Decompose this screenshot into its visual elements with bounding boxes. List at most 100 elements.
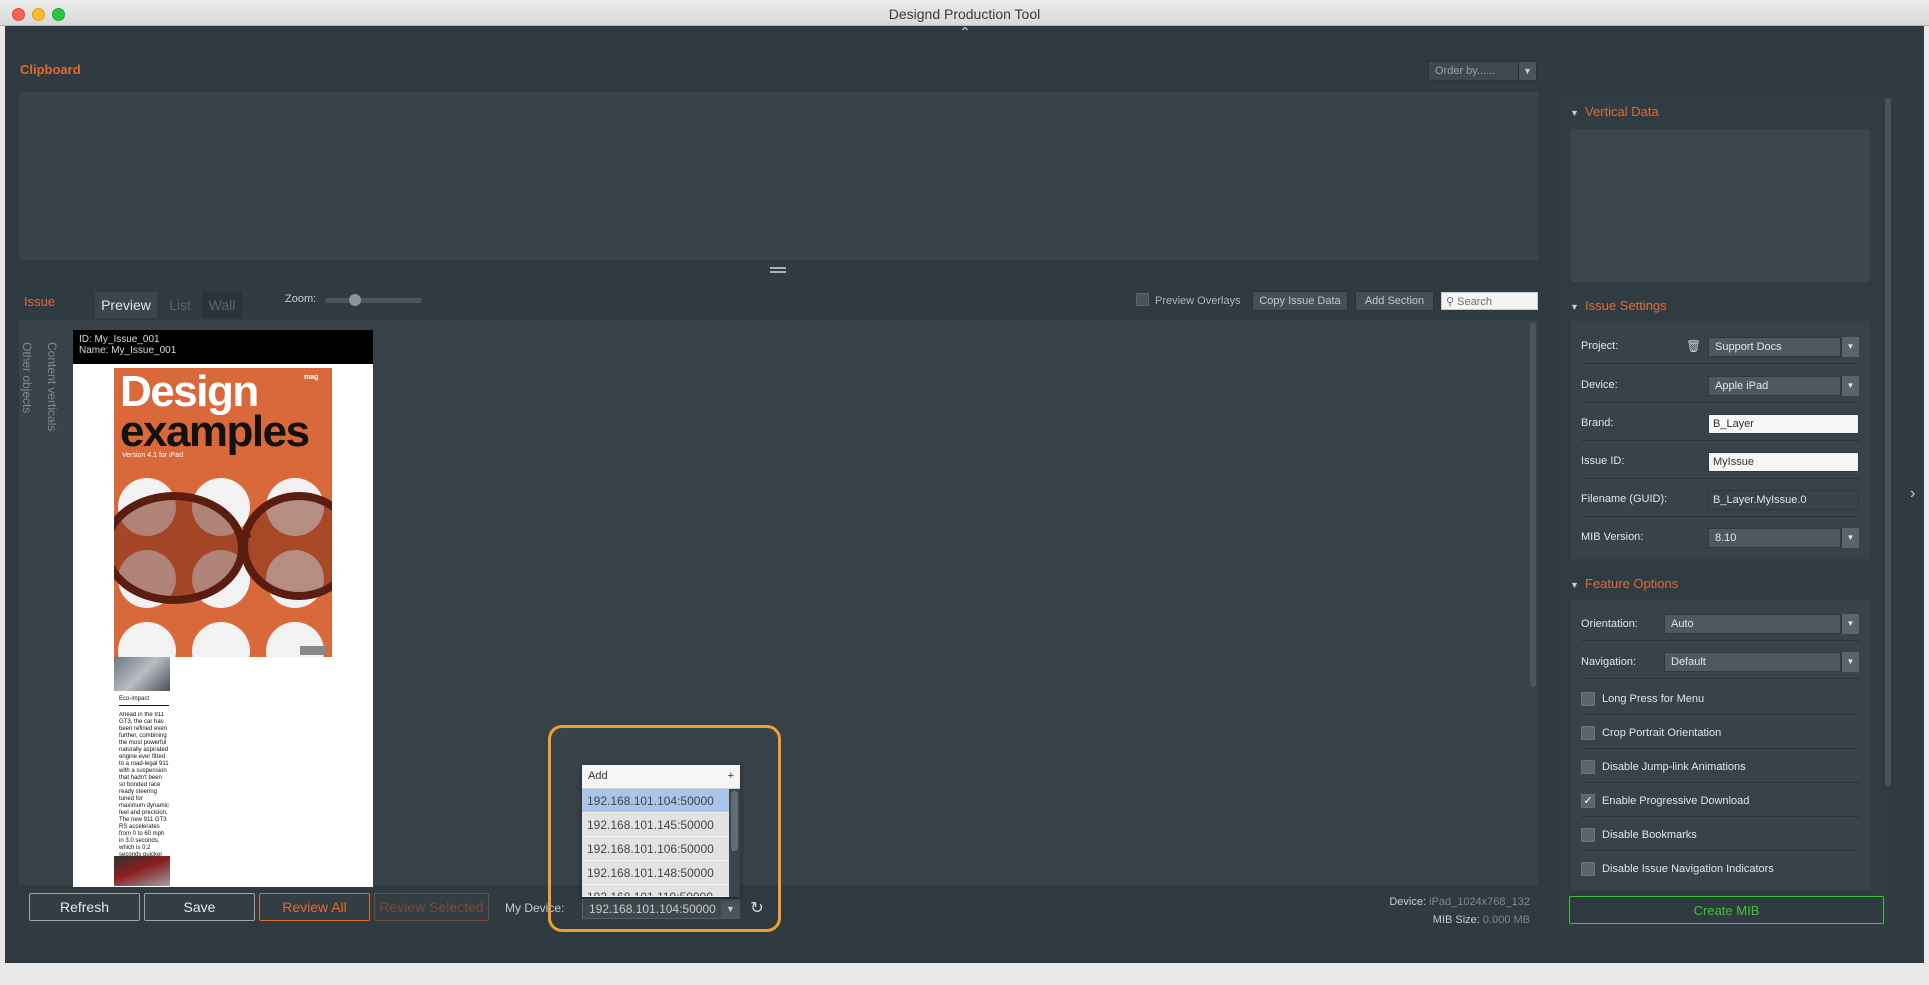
tab-content-verticals[interactable]: Content verticals <box>45 342 67 442</box>
divider <box>1581 363 1860 364</box>
mib-size-label: MIB Size: <box>1432 914 1480 926</box>
clipboard-area[interactable] <box>19 92 1538 260</box>
cover-title-line-1: Design <box>120 368 259 416</box>
article-image <box>114 856 170 886</box>
issue-id: ID: My_Issue_001 <box>79 334 160 345</box>
device-info: Device: iPad_1024x768_132 MIB Size: 0.00… <box>1330 893 1530 929</box>
issue-title: Issue <box>24 294 56 309</box>
chevron-down-icon[interactable]: ▼ <box>1841 376 1859 396</box>
filename-field: B_Layer.MyIssue.0 <box>1708 490 1859 510</box>
divider <box>1581 782 1860 783</box>
tab-other-objects[interactable]: Other objects <box>20 342 42 442</box>
chevron-down-icon[interactable]: ▼ <box>1841 652 1859 672</box>
long-press-label: Long Press for Menu <box>1602 693 1705 705</box>
right-panel-scrollbar[interactable] <box>1885 98 1891 786</box>
brand-input[interactable]: B_Layer <box>1708 414 1859 434</box>
tab-preview[interactable]: Preview <box>95 292 157 318</box>
feature-options-panel <box>1571 600 1870 890</box>
preview-overlays-checkbox[interactable] <box>1136 293 1149 306</box>
cover-dot <box>192 622 250 657</box>
vertical-data-area[interactable] <box>1571 129 1870 282</box>
device-label: Device: <box>1389 896 1426 908</box>
issue-id-label: Issue ID: <box>1581 455 1625 467</box>
issue-id-input[interactable]: MyIssue <box>1708 452 1859 472</box>
chevron-right-icon[interactable]: › <box>1910 485 1915 503</box>
clipboard-title: Clipboard <box>20 62 81 77</box>
article-body: Ahead in the 911 GT3, the car has been r… <box>119 712 169 857</box>
tab-list[interactable]: List <box>162 292 198 318</box>
divider <box>1581 816 1860 817</box>
divider <box>1581 748 1860 749</box>
refresh-button[interactable]: Refresh <box>29 893 140 921</box>
zoom-slider[interactable] <box>325 298 422 303</box>
project-select[interactable]: Support Docs <box>1708 337 1841 357</box>
chevron-down-icon[interactable]: ▼ <box>1841 614 1859 634</box>
feature-options-title[interactable]: Feature Options <box>1585 576 1678 591</box>
title-bar: Designd Production Tool <box>0 0 1929 26</box>
chevron-down-icon[interactable]: ▼ <box>1841 528 1859 548</box>
save-button[interactable]: Save <box>144 893 255 921</box>
brand-label: Brand: <box>1581 417 1614 429</box>
create-mib-button[interactable]: Create MIB <box>1569 896 1884 924</box>
device-type-select[interactable]: Apple iPad <box>1708 376 1841 396</box>
splitter-handle[interactable] <box>770 267 786 273</box>
divider <box>1581 402 1860 403</box>
review-selected-button[interactable]: Review Selected <box>374 893 489 921</box>
tab-label: Other objects <box>20 342 34 414</box>
disable-bookmarks-label: Disable Bookmarks <box>1602 829 1697 841</box>
zoom-slider-handle[interactable] <box>349 294 361 306</box>
cover-title-line-2: examples <box>120 407 310 456</box>
preview-overlays-label: Preview Overlays <box>1155 295 1241 307</box>
trash-icon[interactable]: 🗑 <box>1686 339 1701 353</box>
divider <box>1581 714 1860 715</box>
navigation-select[interactable]: Default <box>1664 652 1841 672</box>
collapse-up-icon[interactable]: ⌃ <box>955 24 975 40</box>
disable-bookmarks-checkbox[interactable] <box>1581 828 1595 842</box>
cover-tag <box>300 646 326 655</box>
zoom-label: Zoom: <box>285 293 317 305</box>
tab-label: Content verticals <box>45 342 59 432</box>
filename-label: Filename (GUID): <box>1581 493 1668 505</box>
device-setting-label: Device: <box>1581 379 1618 391</box>
add-section-button[interactable]: Add Section <box>1355 291 1434 311</box>
vertical-data-title[interactable]: Vertical Data <box>1585 104 1659 119</box>
collapse-triangle-icon[interactable]: ▼ <box>1570 580 1579 590</box>
divider <box>1581 516 1860 517</box>
mib-version-select[interactable]: 8.10 <box>1708 528 1841 548</box>
progressive-download-checkbox[interactable]: ✓ <box>1581 794 1595 808</box>
crop-portrait-checkbox[interactable] <box>1581 726 1595 740</box>
project-label: Project: <box>1581 340 1619 352</box>
window-title: Designd Production Tool <box>888 6 1041 22</box>
review-all-button[interactable]: Review All <box>259 893 370 921</box>
divider <box>1581 440 1860 441</box>
mib-version-label: MIB Version: <box>1581 531 1644 543</box>
article-image <box>114 657 170 691</box>
search-placeholder: Search <box>1457 296 1492 308</box>
copy-issue-data-button[interactable]: Copy Issue Data <box>1252 291 1348 311</box>
chevron-down-icon[interactable]: ▼ <box>1518 61 1537 81</box>
long-press-checkbox[interactable] <box>1581 692 1595 706</box>
collapse-triangle-icon[interactable]: ▼ <box>1570 302 1579 312</box>
cover-subtitle: Version 4.1 for iPad <box>122 452 184 459</box>
chevron-down-icon[interactable]: ▼ <box>1841 337 1859 357</box>
disable-jumplink-checkbox[interactable] <box>1581 760 1595 774</box>
tab-wall[interactable]: Wall <box>202 292 242 318</box>
issue-name: Name: My_Issue_001 <box>79 345 177 356</box>
device-value: iPad_1024x768_132 <box>1429 896 1530 908</box>
search-input[interactable]: ⚲ Search <box>1441 292 1538 310</box>
collapse-triangle-icon[interactable]: ▼ <box>1570 108 1579 118</box>
disable-nav-indicators-checkbox[interactable] <box>1581 862 1595 876</box>
vertical-scrollbar[interactable] <box>1530 322 1536 687</box>
issue-settings-title[interactable]: Issue Settings <box>1585 298 1667 313</box>
divider <box>1581 478 1860 479</box>
divider <box>1581 678 1860 679</box>
search-icon: ⚲ <box>1446 296 1455 308</box>
cover-dot <box>118 622 176 657</box>
cover-title: Design examples <box>120 368 330 456</box>
disable-jumplink-label: Disable Jump-link Animations <box>1602 761 1746 773</box>
cover-image[interactable]: mag Design examples Version 4.1 for iPad <box>114 368 332 657</box>
sunglasses-illustration <box>114 488 332 604</box>
divider <box>1581 850 1860 851</box>
orientation-select[interactable]: Auto <box>1664 614 1841 634</box>
article-text: Eco-impact Ahead in the 911 GT3, the car… <box>119 696 169 857</box>
